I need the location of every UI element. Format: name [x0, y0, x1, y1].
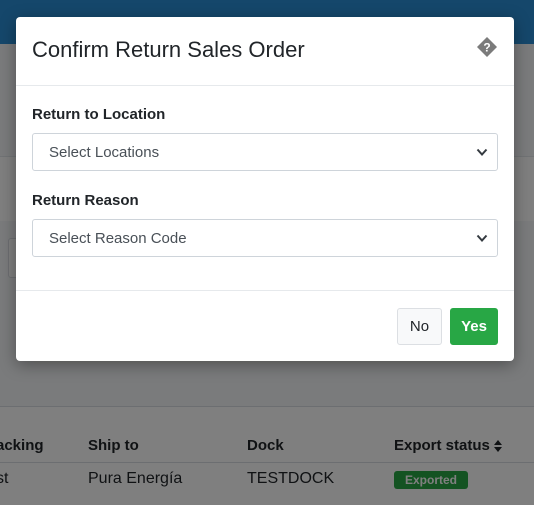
confirm-return-modal: Confirm Return Sales Order ? Return to L… [16, 17, 514, 361]
return-location-select[interactable]: Select Locations [32, 133, 498, 171]
question-diamond-icon[interactable]: ? [476, 36, 498, 58]
modal-footer: No Yes [16, 290, 514, 362]
yes-button[interactable]: Yes [450, 308, 498, 345]
return-reason-select[interactable]: Select Reason Code [32, 219, 498, 257]
return-reason-label: Return Reason [32, 192, 139, 209]
return-location-label: Return to Location [32, 106, 166, 123]
svg-text:?: ? [483, 41, 490, 55]
return-reason-select-wrapper: Select Reason Code [32, 219, 498, 257]
modal-title: Confirm Return Sales Order [32, 37, 305, 62]
modal-header: Confirm Return Sales Order ? [16, 17, 514, 86]
no-button[interactable]: No [397, 308, 442, 345]
return-location-select-wrapper: Select Locations [32, 133, 498, 171]
